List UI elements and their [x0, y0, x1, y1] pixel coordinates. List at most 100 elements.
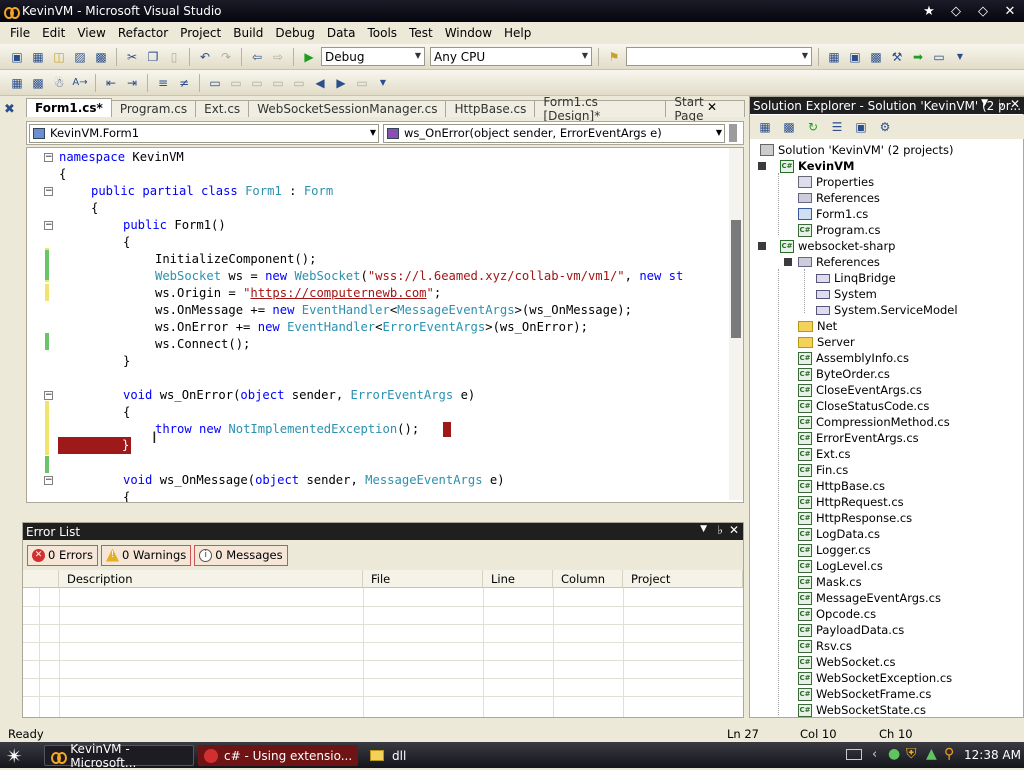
menu-debug[interactable]: Debug: [269, 26, 320, 40]
tab-httpbase-cs[interactable]: HttpBase.cs: [445, 100, 536, 117]
toggle-bookmark-icon[interactable]: ▭: [206, 74, 224, 92]
tree-item-file[interactable]: C# PayloadData.cs: [798, 622, 904, 638]
window-position-icon[interactable]: ▼: [700, 524, 707, 534]
collapse-icon[interactable]: [758, 162, 766, 170]
collapse-icon[interactable]: [758, 242, 766, 250]
tree-item-file[interactable]: C# Ext.cs: [798, 446, 851, 462]
collapse-icon[interactable]: −: [44, 187, 53, 196]
auto-hide-pin-icon[interactable]: ♭: [998, 97, 1004, 111]
collapse-icon[interactable]: −: [44, 476, 53, 485]
task-kevinvm[interactable]: KevinVM - Microsoft...: [44, 742, 194, 770]
redo-icon[interactable]: ↷: [217, 48, 235, 66]
tree-item-file[interactable]: C# WebSocketState.cs: [798, 702, 926, 718]
tree-item-file[interactable]: C# CloseEventArgs.cs: [798, 382, 922, 398]
tab-form1-cs[interactable]: Form1.cs*: [26, 98, 112, 117]
parameter-info-icon[interactable]: ▩: [29, 74, 47, 92]
tree-item-file[interactable]: C# HttpResponse.cs: [798, 510, 912, 526]
tree-item-file[interactable]: C# Opcode.cs: [798, 606, 876, 622]
collapse-icon[interactable]: [784, 258, 792, 266]
tree-item-file[interactable]: C# Fin.cs: [798, 462, 848, 478]
collapse-icon[interactable]: −: [44, 391, 53, 400]
menu-refactor[interactable]: Refactor: [112, 26, 174, 40]
start-page-icon[interactable]: ➡: [909, 48, 927, 66]
next-bookmark-doc-icon[interactable]: ▶: [332, 74, 350, 92]
tree-item-ref-system-servicemodel[interactable]: System.ServiceModel: [816, 302, 958, 318]
tree-item-file[interactable]: C# CompressionMethod.cs: [798, 414, 950, 430]
tree-item-file[interactable]: C# WebSocket.cs: [798, 654, 896, 670]
add-item-icon[interactable]: ▦: [29, 48, 47, 66]
platform-dropdown[interactable]: Any CPU ▼: [430, 47, 592, 66]
keyboard-icon[interactable]: [846, 749, 862, 760]
tree-item-file[interactable]: C# AssemblyInfo.cs: [798, 350, 909, 366]
column-header-line[interactable]: Line: [483, 570, 553, 588]
find-in-files-icon[interactable]: ⚑: [605, 48, 623, 66]
restore-button[interactable]: ◇: [944, 2, 968, 20]
messages-filter-button[interactable]: i 0 Messages: [194, 544, 288, 566]
show-all-files-icon[interactable]: ▩: [780, 118, 798, 136]
class-diagram-icon[interactable]: ⚙: [876, 118, 894, 136]
tree-item-file[interactable]: C# HttpBase.cs: [798, 478, 885, 494]
menu-edit[interactable]: Edit: [36, 26, 71, 40]
code-editor[interactable]: − − − − − namespace KevinVM { public par…: [26, 147, 744, 503]
close-button[interactable]: ✕: [998, 2, 1022, 20]
navigate-back-icon[interactable]: ⇦: [248, 48, 266, 66]
search-icon[interactable]: ⚲: [944, 746, 954, 762]
save-all-icon[interactable]: ▩: [92, 48, 110, 66]
new-project-icon[interactable]: ▣: [8, 48, 26, 66]
split-handle[interactable]: [729, 124, 737, 142]
properties-icon[interactable]: ▦: [756, 118, 774, 136]
tree-item-file[interactable]: C# WebSocketFrame.cs: [798, 686, 931, 702]
member-dropdown[interactable]: ws_OnError(object sender, ErrorEventArgs…: [383, 123, 725, 143]
safely-remove-icon[interactable]: ▲: [926, 746, 937, 762]
tree-item-file[interactable]: C# Mask.cs: [798, 574, 862, 590]
menu-data[interactable]: Data: [321, 26, 362, 40]
minimize-button[interactable]: ★: [917, 2, 941, 20]
maximize-button[interactable]: ◇: [971, 2, 995, 20]
solution-node[interactable]: Solution 'KevinVM' (2 projects): [760, 142, 953, 158]
tab-ext-cs[interactable]: Ext.cs: [195, 100, 250, 117]
tree-item-ref-linqbridge[interactable]: LinqBridge: [816, 270, 896, 286]
tree-item-properties[interactable]: Properties: [798, 174, 874, 190]
tree-item-file[interactable]: C# WebSocketException.cs: [798, 670, 952, 686]
tree-item-references[interactable]: References: [798, 190, 880, 206]
toolbox-icon[interactable]: ⚒: [888, 48, 906, 66]
tree-item-folder-server[interactable]: Server: [798, 334, 855, 350]
tree-item-references-ws[interactable]: References: [798, 254, 880, 270]
close-icon[interactable]: ✕: [1010, 97, 1020, 111]
previous-bookmark-icon[interactable]: ▭: [227, 74, 245, 92]
configuration-dropdown[interactable]: Debug ▼: [321, 47, 425, 66]
tree-item-file[interactable]: C# Logger.cs: [798, 542, 871, 558]
next-bookmark-icon[interactable]: ▭: [248, 74, 266, 92]
column-header-description[interactable]: Description: [59, 570, 363, 588]
collapse-icon[interactable]: −: [44, 153, 53, 162]
column-header-project[interactable]: Project: [623, 570, 743, 588]
auto-hide-pin-icon[interactable]: ♭: [717, 523, 723, 537]
project-node-websocket-sharp[interactable]: C# websocket-sharp: [780, 238, 895, 254]
previous-bookmark-doc-icon[interactable]: ◀: [311, 74, 329, 92]
tab-program-cs[interactable]: Program.cs: [110, 100, 197, 117]
previous-bookmark-folder-icon[interactable]: ▭: [269, 74, 287, 92]
properties-window-icon[interactable]: ▣: [846, 48, 864, 66]
column-header-icon[interactable]: [23, 570, 59, 588]
column-header-column[interactable]: Column: [553, 570, 623, 588]
menu-build[interactable]: Build: [227, 26, 269, 40]
tree-item-form1-cs[interactable]: Form1.cs: [798, 206, 868, 222]
increase-indent-icon[interactable]: ⇥: [123, 74, 141, 92]
find-combo[interactable]: ▼: [626, 47, 812, 66]
object-browser-icon[interactable]: ▩: [867, 48, 885, 66]
collapse-icon[interactable]: −: [44, 221, 53, 230]
window-position-icon[interactable]: ▼: [981, 98, 988, 108]
tree-item-file[interactable]: C# ByteOrder.cs: [798, 366, 890, 382]
toolbar-options-icon[interactable]: ▼: [951, 48, 969, 66]
save-icon[interactable]: ▨: [71, 48, 89, 66]
tree-item-file[interactable]: C# ErrorEventArgs.cs: [798, 430, 919, 446]
tree-item-program-cs[interactable]: C# Program.cs: [798, 222, 881, 238]
task-dll-folder[interactable]: dll: [364, 745, 514, 766]
menu-tools[interactable]: Tools: [361, 26, 403, 40]
view-code-icon[interactable]: ☰: [828, 118, 846, 136]
tree-item-file[interactable]: C# Rsv.cs: [798, 638, 852, 654]
tab-start-page[interactable]: Start Page: [665, 95, 745, 123]
clear-bookmarks-icon[interactable]: ▭: [353, 74, 371, 92]
type-dropdown[interactable]: KevinVM.Form1 ▼: [29, 123, 379, 143]
menu-test[interactable]: Test: [403, 26, 439, 40]
